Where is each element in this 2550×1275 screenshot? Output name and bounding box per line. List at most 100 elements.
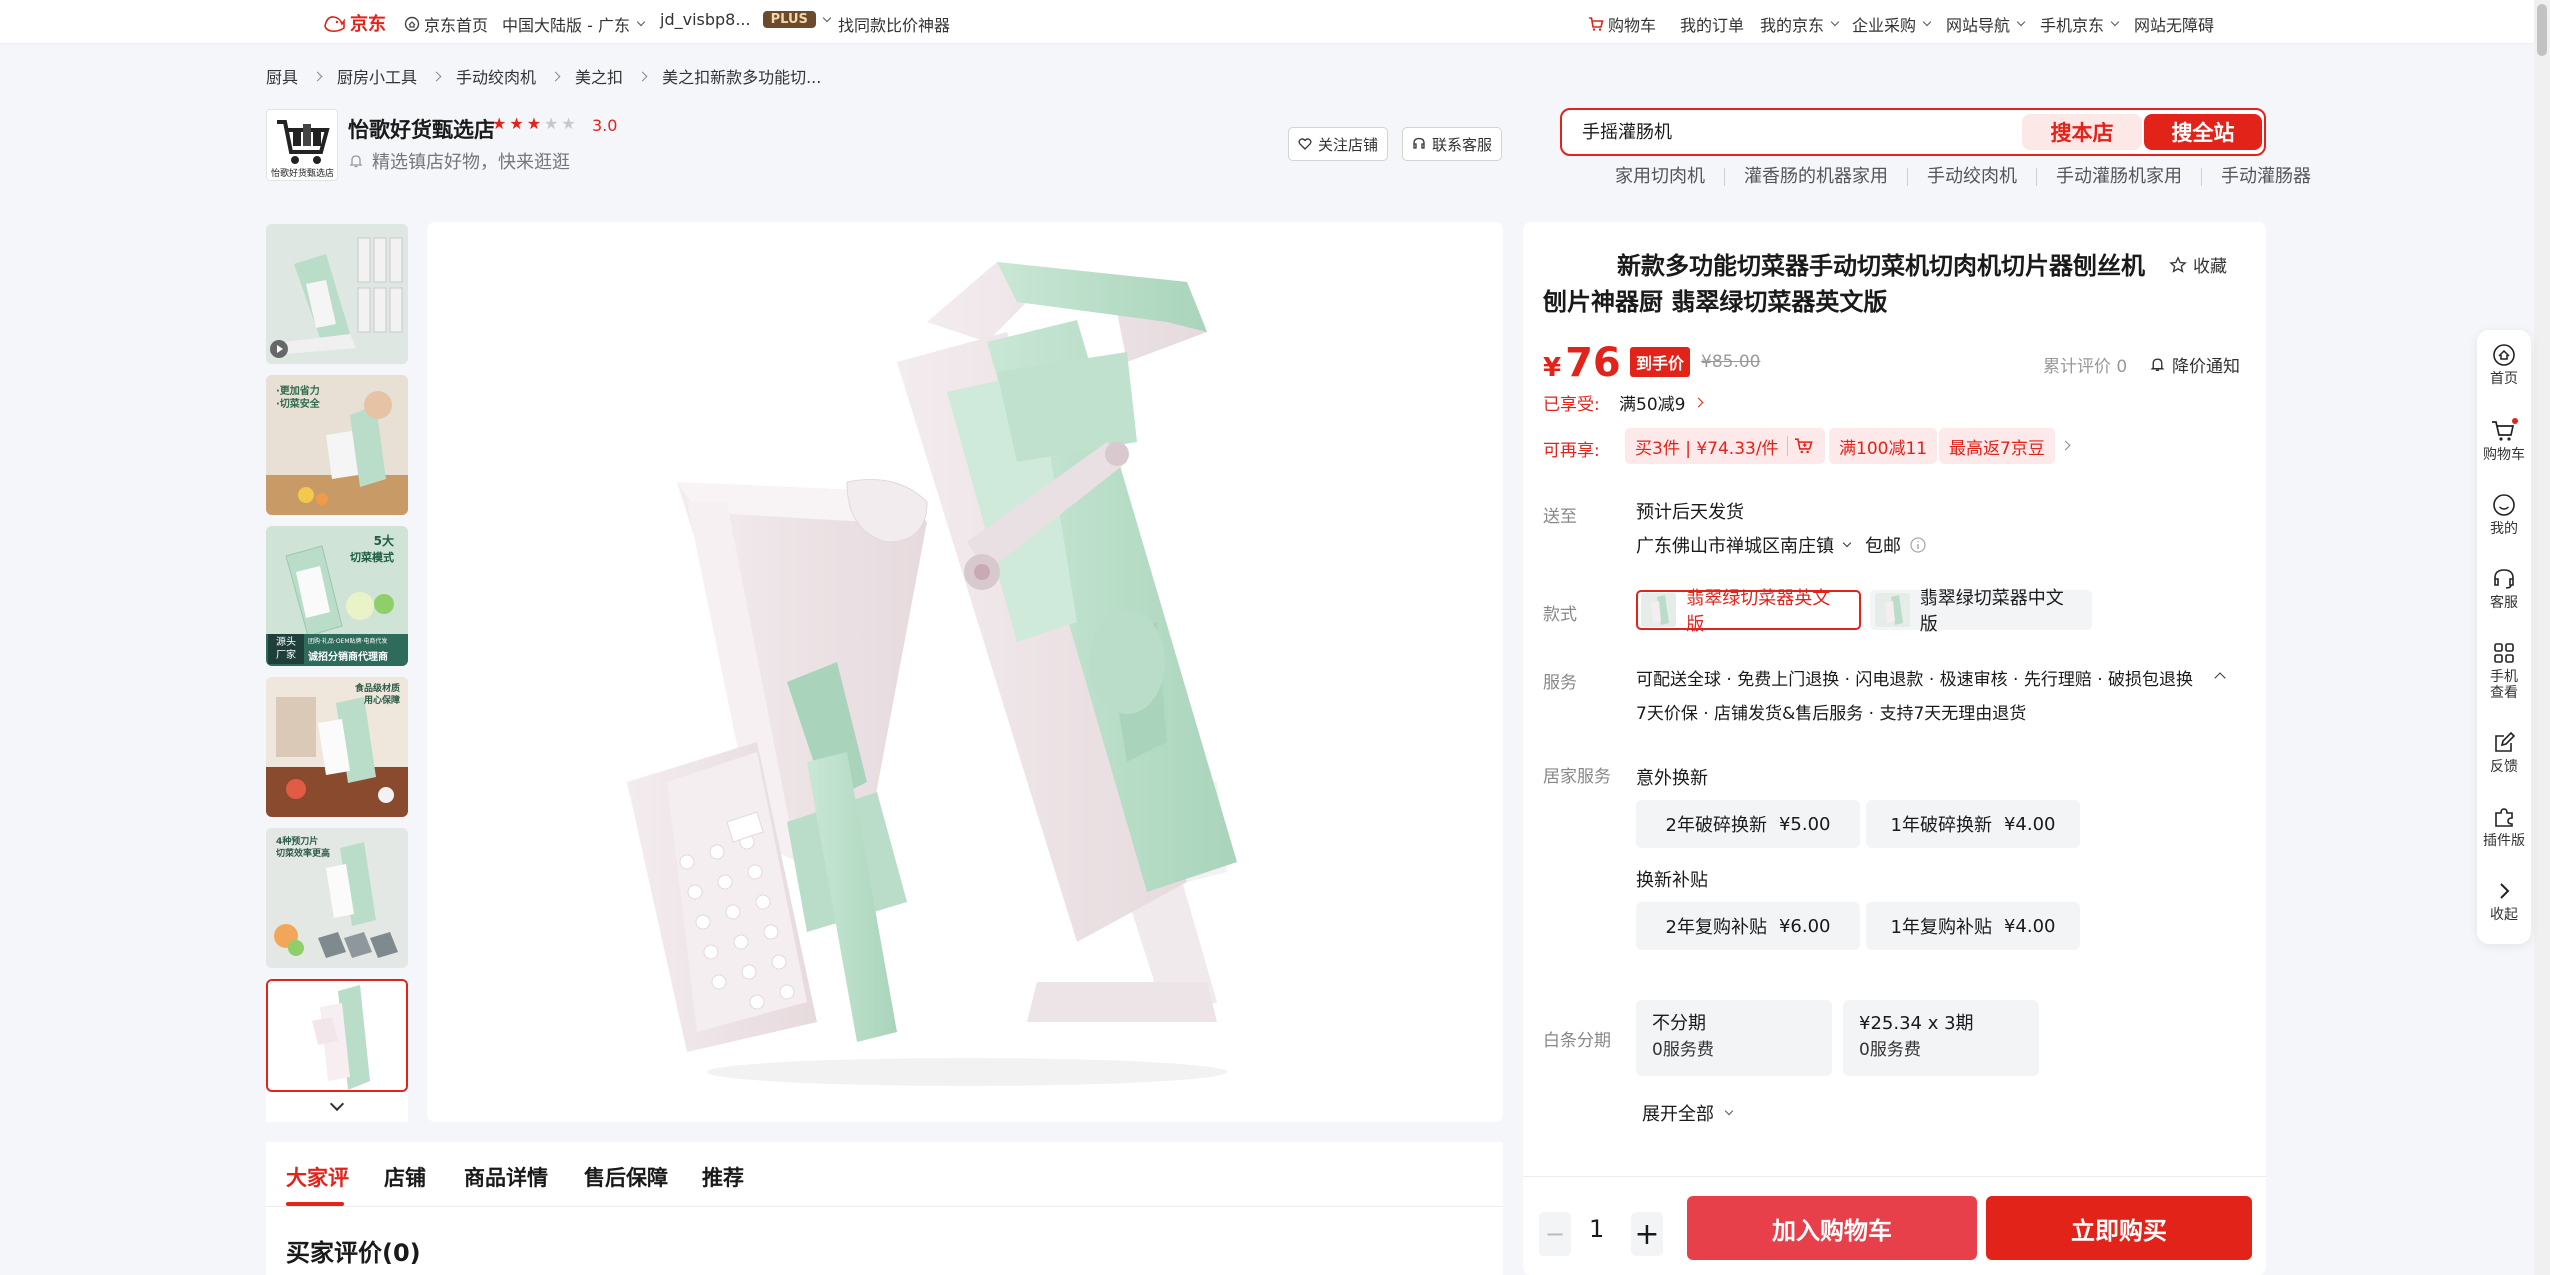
chevron-right-icon (2500, 883, 2510, 899)
tab-product-details[interactable]: 商品详情 (464, 1162, 548, 1192)
breadcrumb-item[interactable]: 美之扣 (575, 64, 623, 88)
mobile-jd-menu[interactable]: 手机京东 (2040, 12, 2120, 36)
hot-word-link[interactable]: 手动灌肠机家用 (2037, 168, 2202, 186)
installment-fee: 0服务费 (1859, 1040, 1921, 1060)
breadcrumb-item[interactable]: 美之扣新款多功能切... (662, 64, 821, 88)
thumbnail-4[interactable]: 食品级材质 用心保障 (266, 677, 408, 817)
orders-link[interactable]: 我的订单 (1680, 12, 1744, 36)
price-alert-label: 降价通知 (2172, 357, 2240, 377)
price-alert-button[interactable]: 降价通知 (2149, 352, 2240, 377)
installment-option[interactable]: 不分期 0服务费 (1636, 1000, 1832, 1076)
hot-word-link[interactable]: 家用切肉机 (1615, 168, 1725, 186)
buy-now-button[interactable]: 立即购买 (1986, 1196, 2252, 1260)
thumbnail-caption-line: 5大 (373, 534, 394, 548)
orders-label: 我的订单 (1680, 16, 1745, 35)
float-collapse[interactable]: 收起 (2477, 878, 2531, 923)
float-customer-service-label: 客服 (2490, 595, 2518, 611)
breadcrumb-item[interactable]: 厨房小工具 (337, 64, 417, 88)
thumbnails-scroll-down[interactable] (266, 1092, 408, 1122)
service-option[interactable]: 2年复购补贴 ¥6.00 (1636, 902, 1860, 950)
myjd-menu[interactable]: 我的京东 (1760, 12, 1840, 36)
region-selector[interactable]: 中国大陆版 - 广东 (502, 12, 646, 36)
breadcrumb-item[interactable]: 手动绞肉机 (456, 64, 536, 88)
quantity-decrease-button[interactable]: − (1539, 1212, 1571, 1256)
quantity-value[interactable]: 1 (1589, 1215, 1604, 1243)
hot-word-link[interactable]: 灌香肠的机器家用 (1725, 168, 1908, 186)
product-image-mandoline-slicer (427, 222, 1503, 1122)
promo-full-reduction[interactable]: 满100减11 (1829, 428, 1938, 464)
review-count[interactable]: 累计评价 0 (2043, 352, 2127, 377)
float-home[interactable]: 首页 (2477, 342, 2531, 387)
favorite-button[interactable]: 收藏 (2169, 252, 2227, 277)
variant-option-chinese[interactable]: 翡翠绿切菜器中文版 (1870, 588, 2092, 635)
play-icon (270, 340, 288, 358)
page-scrollbar[interactable] (2534, 0, 2550, 1275)
float-mine-label: 我的 (2490, 521, 2518, 537)
mobile-jd-label: 手机京东 (2040, 16, 2105, 35)
scrollbar-thumb[interactable] (2537, 4, 2547, 56)
thumbnail-6-selected[interactable] (266, 979, 408, 1092)
jd-home-link[interactable]: 京东首页 (404, 12, 488, 36)
float-plugin[interactable]: 插件版 (2477, 804, 2531, 849)
service-option[interactable]: 1年复购补贴 ¥4.00 (1866, 902, 2080, 950)
main-product-image[interactable] (427, 222, 1503, 1122)
tab-after-sales[interactable]: 售后保障 (584, 1162, 668, 1192)
thumbnail-5[interactable]: 4种预刀片 切菜效率更高 (266, 828, 408, 968)
variant-label: 翡翠绿切菜器中文版 (1919, 588, 2064, 635)
enterprise-menu[interactable]: 企业采购 (1852, 12, 1932, 36)
search-input[interactable] (1582, 120, 2022, 141)
service-option-price: ¥4.00 (2003, 813, 2056, 835)
tab-recommend[interactable]: 推荐 (702, 1162, 744, 1192)
shop-logo[interactable]: 怡歌好货甄选店 (266, 109, 338, 181)
float-feedback[interactable]: 反馈 (2477, 730, 2531, 775)
chevron-right-icon[interactable] (2060, 440, 2071, 451)
follow-shop-button[interactable]: 关注店铺 (1288, 127, 1388, 161)
float-customer-service[interactable]: 客服 (2477, 566, 2531, 611)
chevron-up-icon[interactable] (2214, 672, 2226, 684)
product-title: 新款多功能切菜器手动切菜机切肉机切片器刨丝机刨片神器厨 翡翠绿切菜器英文版 (1543, 252, 2145, 316)
search-store-button[interactable]: 搜本店 (2022, 114, 2142, 150)
info-icon[interactable] (1909, 536, 1927, 554)
installment-option[interactable]: ¥25.34 x 3期 0服务费 (1843, 1000, 2039, 1076)
quantity-increase-button[interactable]: + (1631, 1212, 1663, 1256)
address-selector[interactable]: 广东佛山市禅城区南庄镇 (1636, 532, 1852, 558)
expand-all-button[interactable]: 展开全部 (1642, 1100, 1734, 1126)
search-site-button[interactable]: 搜全站 (2144, 114, 2262, 150)
service-option[interactable]: 2年破碎换新 ¥5.00 (1636, 800, 1860, 848)
jd-dog-icon (324, 16, 345, 32)
thumbnail-video[interactable] (266, 224, 408, 364)
compare-link[interactable]: 找同款比价神器 (838, 12, 950, 36)
hot-word-link[interactable]: 手动灌肠器 (2202, 168, 2311, 186)
star-empty-icon: ★ (544, 114, 559, 133)
promo-multi-buy[interactable]: 买3件 | ¥74.33/件 (1625, 428, 1825, 464)
float-mobile-view[interactable]: 手机查看 (2477, 640, 2531, 701)
service-label: 服务 (1543, 673, 1577, 693)
enjoyed-promo[interactable]: 满50减9 (1619, 390, 1704, 415)
float-cart[interactable]: 购物车 (2477, 418, 2531, 463)
region-label: 中国大陆版 - 广东 (502, 16, 630, 35)
thumbnail-3[interactable]: 5大 切菜模式 源头 厂家 团购·礼品·OEM贴牌·电商代发 诚招分销商代理商 (266, 526, 408, 666)
top-cart-link[interactable]: 购物车 (1588, 12, 1656, 36)
shop-name[interactable]: 怡歌好货甄选店 (348, 114, 495, 144)
service-option[interactable]: 1年破碎换新 ¥4.00 (1866, 800, 2080, 848)
hot-word-link[interactable]: 手动绞肉机 (1908, 168, 2037, 186)
currency-symbol: ¥ (1543, 353, 1562, 383)
thumbnail-2[interactable]: ·更加省力 ·切菜安全 (266, 375, 408, 515)
ship-label: 送至 (1543, 507, 1577, 527)
thumbnail-caption-line: 切菜模式 (350, 551, 394, 564)
service-option-label: 1年破碎换新 (1890, 815, 1992, 836)
breadcrumb-item[interactable]: 厨具 (266, 64, 298, 88)
shop-slogan-text: 精选镇店好物，快来逛逛 (372, 152, 570, 173)
contact-service-button[interactable]: 联系客服 (1402, 127, 1502, 161)
variant-option-english[interactable]: 翡翠绿切菜器英文版 (1636, 588, 1861, 635)
add-to-cart-button[interactable]: 加入购物车 (1687, 1196, 1977, 1260)
qr-code-icon (2494, 643, 2514, 663)
float-mine[interactable]: 我的 (2477, 492, 2531, 537)
accessible-link[interactable]: 网站无障碍 (2134, 12, 2214, 36)
user-menu[interactable]: jd_visbp8... PLUS (660, 10, 832, 29)
promo-jingdou[interactable]: 最高返7京豆 (1939, 428, 2055, 464)
tab-shop[interactable]: 店铺 (384, 1162, 426, 1192)
tab-reviews[interactable]: 大家评 (286, 1162, 349, 1192)
jd-logo[interactable]: 京东 (322, 10, 386, 36)
sitenav-menu[interactable]: 网站导航 (1946, 12, 2026, 36)
